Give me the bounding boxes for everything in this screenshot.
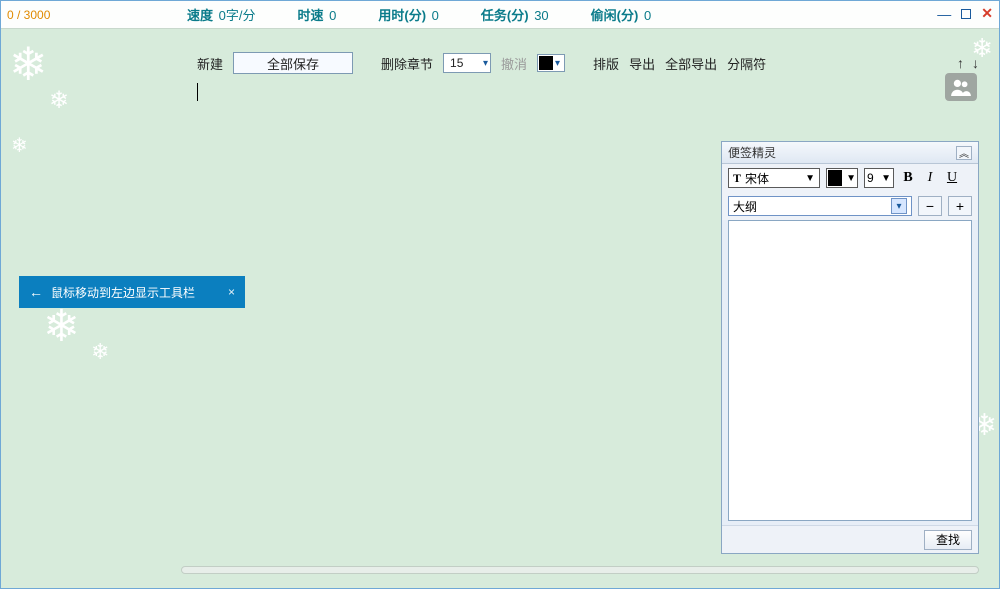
bold-button[interactable]: B [900,170,916,186]
arrow-down-button[interactable]: ↓ [972,55,979,71]
chevron-down-icon: ▾ [891,198,907,214]
arrow-up-button[interactable]: ↑ [957,55,964,71]
notes-textarea[interactable] [728,220,972,521]
font-color-select[interactable]: ▼ [826,168,858,188]
text-color-picker[interactable]: ▾ [537,54,565,72]
minimize-button[interactable]: — [937,6,951,22]
horizontal-scrollbar[interactable] [181,566,979,574]
outline-select[interactable]: 大纲 ▾ [728,196,912,216]
stat-task: 任务(分) 30 [481,5,549,24]
stat-hourly: 时速 0 [297,5,336,24]
tooltip-text: 鼠标移动到左边显示工具栏 [51,284,195,301]
save-all-button[interactable]: 全部保存 [233,52,353,74]
font-size-select[interactable]: 9 ▼ [864,168,894,188]
new-button[interactable]: 新建 [197,54,223,73]
chevron-down-icon: ▾ [483,58,488,69]
panel-footer: 查找 [722,525,978,553]
undo-button[interactable]: 撤消 [501,54,527,73]
notes-panel: 便签精灵 ︽ T 宋体 ▼ ▼ 9 ▼ B I U 大纲 ▾ − + 查找 [721,141,979,554]
color-swatch [539,56,553,70]
close-button[interactable]: ✕ [981,5,993,22]
font-family-select[interactable]: T 宋体 ▼ [728,168,820,188]
snowflake-icon: ❄ [91,341,109,363]
char-counter: 0 / 3000 [7,8,187,22]
panel-title-text: 便签精灵 [728,144,776,161]
arrow-left-icon: ← [29,284,43,300]
panel-format-toolbar: T 宋体 ▼ ▼ 9 ▼ B I U [722,164,978,192]
text-cursor [197,83,198,101]
layout-button[interactable]: 排版 [593,54,619,73]
panel-outline-toolbar: 大纲 ▾ − + [722,192,978,220]
chevron-down-icon: ▼ [881,173,891,184]
snowflake-icon: ❄ [43,305,80,349]
editor-area[interactable] [197,83,967,107]
export-all-button[interactable]: 全部导出 [665,54,717,73]
tooltip-close-button[interactable]: × [228,285,235,299]
separator-button[interactable]: 分隔符 [727,54,766,73]
panel-titlebar[interactable]: 便签精灵 ︽ [722,142,978,164]
remove-button[interactable]: − [918,196,942,216]
maximize-button[interactable] [961,9,971,19]
chevron-down-icon: ▾ [555,58,560,69]
stats-group: 速度 0字/分 时速 0 用时(分) 0 任务(分) 30 偷闲(分) 0 [187,5,651,24]
stat-elapsed: 用时(分) 0 [378,5,439,24]
snowflake-icon: ❄ [9,41,48,87]
chapter-select[interactable]: 15▾ [443,53,491,73]
window-controls: — ✕ [937,5,993,22]
italic-button[interactable]: I [922,170,938,186]
sidebar-hint-tooltip: ← 鼠标移动到左边显示工具栏 × [19,276,245,308]
main-toolbar: 新建 全部保存 删除章节 15▾ 撤消 ▾ 排版 导出 全部导出 分隔符 ↑ ↓ [197,49,979,77]
stat-idle: 偷闲(分) 0 [591,5,652,24]
snowflake-icon: ❄ [11,136,28,156]
add-button[interactable]: + [948,196,972,216]
chevron-down-icon: ▼ [846,173,856,184]
export-button[interactable]: 导出 [629,54,655,73]
delete-chapter-label: 删除章节 [381,54,433,73]
header-bar: 0 / 3000 速度 0字/分 时速 0 用时(分) 0 任务(分) 30 偷… [1,1,999,29]
snowflake-icon: ❄ [49,89,69,113]
chevron-down-icon: ▼ [805,173,815,184]
find-button[interactable]: 查找 [924,530,972,550]
color-swatch [828,170,842,186]
stat-speed: 速度 0字/分 [187,5,255,24]
underline-button[interactable]: U [944,170,960,186]
collapse-button[interactable]: ︽ [956,146,972,160]
text-icon: T [733,171,741,186]
